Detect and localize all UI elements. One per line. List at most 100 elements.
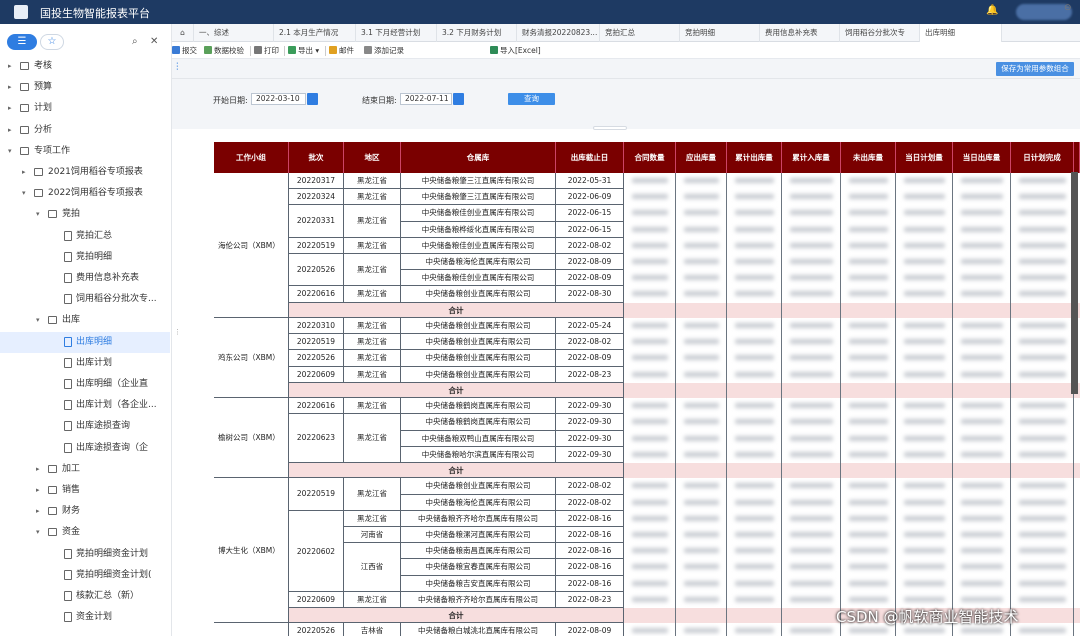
blurred-value	[904, 419, 945, 425]
chevron-right-icon[interactable]: ▸	[8, 56, 12, 77]
check-button[interactable]: 数据校验	[204, 45, 244, 57]
tree-item[interactable]: 出库明细	[0, 331, 170, 353]
blurred-value	[904, 499, 945, 505]
blurred-value	[632, 451, 668, 457]
tree-item[interactable]: ▸ 加工	[0, 459, 170, 480]
tree-item[interactable]: 竞拍明细资金计划(	[0, 565, 170, 586]
tree-item[interactable]: 资金计划	[0, 607, 170, 628]
batch-cell: 20220519	[289, 237, 344, 254]
tab[interactable]: 3.2 下月财务计划	[437, 24, 517, 42]
tree-item[interactable]: 竞拍汇总	[0, 226, 170, 247]
tree-item[interactable]: ▾ 2022饲用稻谷专项报表	[0, 183, 170, 204]
print-button[interactable]: 打印	[254, 45, 279, 57]
blurred-value	[684, 483, 719, 489]
blurred-value	[904, 259, 945, 264]
parameter-settings-icon[interactable]: ⫶	[176, 62, 179, 73]
tree-item[interactable]: 出库途损查询	[0, 416, 170, 437]
blurred-value	[904, 483, 945, 489]
tree-item[interactable]: ▾ 竞拍	[0, 204, 170, 225]
export-button[interactable]: 导出 ▾	[288, 45, 319, 57]
blurred-value	[684, 596, 719, 602]
pin-icon[interactable]: ✕	[150, 36, 158, 47]
tree-item[interactable]: 竞拍明细资金计划	[0, 544, 170, 565]
blurred-value	[684, 451, 719, 457]
calendar-icon[interactable]	[307, 93, 318, 105]
search-icon[interactable]: ⌕	[132, 36, 138, 47]
tree-item[interactable]: 出库明细（企业直	[0, 374, 170, 395]
chevron-right-icon[interactable]: ▸	[22, 162, 26, 183]
blurred-value	[961, 226, 1003, 232]
date-cell: 2022-08-09	[556, 254, 624, 271]
tree-item[interactable]: ▸ 财务	[0, 501, 170, 522]
tab[interactable]: 3.1 下月经营计划	[356, 24, 437, 42]
blurred-value	[632, 515, 668, 521]
document-icon	[64, 357, 72, 368]
tab[interactable]: 费用信息补充表	[760, 24, 840, 42]
chevron-right-icon[interactable]: ▸	[36, 501, 40, 522]
tab[interactable]: 财务清报20220823...	[517, 24, 600, 42]
tree-item[interactable]: 费用信息补充表	[0, 268, 170, 289]
start-date-input[interactable]: 2022-03-10	[251, 93, 306, 105]
home-tab-icon[interactable]: ⌂	[172, 24, 194, 42]
chevron-right-icon[interactable]: ▸	[36, 459, 40, 480]
subtotal-values-row	[624, 382, 1080, 399]
tab[interactable]: 竞拍明细	[680, 24, 760, 42]
blurred-value	[904, 451, 945, 457]
tree-item[interactable]: ▸ 2021饲用稻谷专项报表	[0, 162, 170, 183]
depot-cell: 中央储备粮创业直属库有限公司	[401, 478, 556, 495]
tree-item[interactable]: ▾ 专项工作	[0, 141, 170, 162]
chevron-down-icon[interactable]: ▾	[36, 310, 40, 331]
chevron-right-icon[interactable]: ▸	[8, 77, 12, 98]
tab[interactable]: 竞拍汇总	[600, 24, 680, 42]
blurred-value	[684, 291, 719, 297]
chevron-right-icon[interactable]: ▸	[8, 120, 12, 141]
save-params-button[interactable]: 保存为常用参数组合	[996, 62, 1074, 76]
tree-item[interactable]: 饲用稻谷分批次专...	[0, 289, 170, 310]
tree-item[interactable]: ▾ 资金	[0, 522, 170, 543]
watermark: CSDN @帆软商业智能技术	[836, 608, 1019, 626]
chevron-right-icon[interactable]: ▸	[36, 480, 40, 501]
chevron-down-icon[interactable]: ▾	[22, 183, 26, 204]
tab[interactable]: 出库明细	[920, 24, 1002, 42]
check-label: 数据校验	[214, 46, 244, 55]
tree-item[interactable]: 竞拍明细	[0, 247, 170, 268]
depot-cell: 中央储备粮齐齐哈尔直属库有限公司	[401, 510, 556, 527]
blurred-value	[684, 355, 719, 361]
tabs-more-icon[interactable]: ⊖	[1064, 3, 1072, 13]
chevron-down-icon[interactable]: ▾	[36, 204, 40, 225]
favorites-tab-icon[interactable]: ☆	[40, 34, 64, 50]
subtotal-label: 合计	[289, 302, 624, 318]
vertical-scrollbar[interactable]	[1071, 172, 1078, 394]
document-icon	[64, 251, 72, 262]
chevron-down-icon[interactable]: ▾	[8, 141, 12, 162]
tree-item[interactable]: ▸ 销售	[0, 480, 170, 501]
tree-item[interactable]: 核款汇总（新）	[0, 586, 170, 607]
tab[interactable]: 饲用稻谷分批次专	[840, 24, 920, 42]
tab[interactable]: 2.1 本月生产情况	[274, 24, 356, 42]
tree-item[interactable]: 出库计划	[0, 353, 170, 374]
tree-item[interactable]: 出库途损查询（企	[0, 438, 170, 459]
column-divider	[726, 173, 727, 636]
panel-collapse-handle[interactable]	[593, 126, 627, 130]
tree-item[interactable]: ▾ 出库	[0, 310, 170, 331]
query-button[interactable]: 查询	[508, 93, 555, 105]
end-date-input[interactable]: 2022-07-11	[400, 93, 452, 105]
region-cell: 黑龙江省	[344, 510, 401, 527]
calendar-icon[interactable]	[453, 93, 464, 105]
directory-tab-icon[interactable]: ☰	[7, 34, 37, 50]
tree-item[interactable]: ▸ 考核	[0, 56, 170, 77]
chevron-right-icon[interactable]: ▸	[8, 98, 12, 119]
tab[interactable]: 一、综述	[194, 24, 274, 42]
submit-button[interactable]: 报交	[172, 45, 197, 57]
add-record-button[interactable]: 添加记录	[364, 45, 404, 57]
tree-item[interactable]: 出库计划（各企业...	[0, 395, 170, 416]
import-excel-button[interactable]: 导入[Excel]	[490, 45, 541, 57]
tree-item[interactable]: ▸ 分析	[0, 120, 170, 141]
tree-item[interactable]: ▸ 预算	[0, 77, 170, 98]
sidebar-splitter-icon[interactable]: ⋮	[174, 328, 181, 336]
tree-item[interactable]: ▸ 计划	[0, 98, 170, 119]
bell-icon[interactable]: 🔔	[986, 5, 998, 16]
mail-button[interactable]: 邮件	[329, 45, 354, 57]
export-label: 导出	[298, 46, 313, 55]
chevron-down-icon[interactable]: ▾	[36, 522, 40, 543]
